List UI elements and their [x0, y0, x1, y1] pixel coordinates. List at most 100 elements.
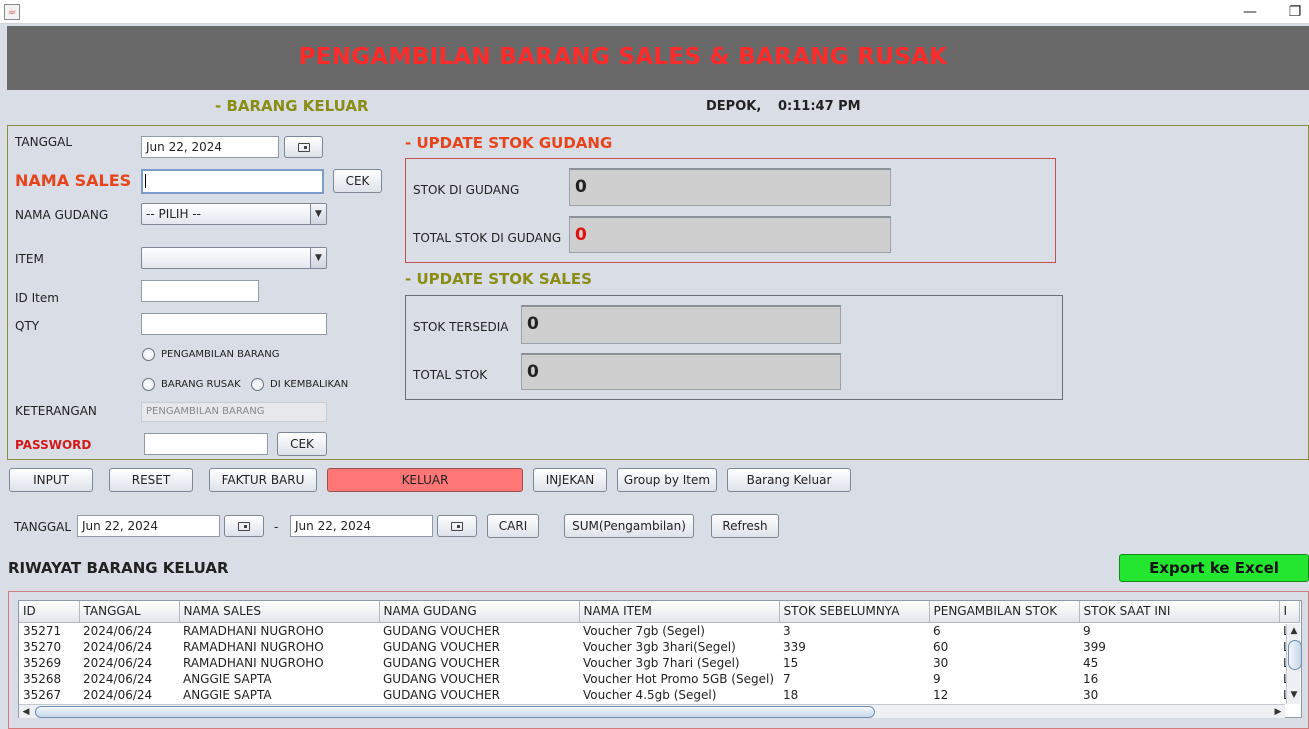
tanggal-calendar-button[interactable] [284, 136, 323, 158]
chevron-down-icon: ▼ [310, 248, 326, 268]
table-cell: 9 [1083, 623, 1091, 638]
stok-tersedia-label: STOK TERSEDIA [413, 320, 509, 334]
horizontal-scrollbar[interactable]: ◀ ▶ [19, 704, 1285, 718]
scroll-right-icon[interactable]: ▶ [1271, 705, 1285, 719]
table-cell: Voucher 7gb (Segel) [583, 623, 705, 638]
table-cell: 30 [1083, 687, 1099, 702]
calendar-icon [238, 522, 250, 531]
export-excel-button[interactable]: Export ke Excel [1119, 554, 1309, 582]
horizontal-scroll-thumb[interactable] [35, 706, 875, 718]
filter-tanggal-label: TANGGAL [14, 520, 72, 534]
item-select[interactable]: ▼ [141, 247, 327, 269]
section-title-stok-gudang: - UPDATE STOK GUDANG [405, 134, 613, 152]
table-cell: GUDANG VOUCHER [383, 623, 500, 638]
password-input[interactable] [144, 433, 268, 455]
radio-rusak-label: BARANG RUSAK [161, 379, 241, 390]
location-label: DEPOK, [706, 99, 762, 114]
sum-pengambilan-button[interactable]: SUM(Pengambilan) [564, 514, 694, 538]
cari-button[interactable]: CARI [487, 514, 539, 538]
page-title: PENGAMBILAN BARANG SALES & BARANG RUSAK [298, 44, 948, 70]
table-cell: 60 [933, 639, 949, 654]
table-cell: 15 [783, 655, 799, 670]
restore-button[interactable]: ❐ [1281, 2, 1309, 22]
reset-button[interactable]: RESET [109, 468, 193, 492]
total-stok-gudang-value: 0 [569, 216, 891, 253]
scroll-up-icon[interactable]: ▲ [1287, 624, 1301, 638]
scroll-left-icon[interactable]: ◀ [19, 705, 33, 719]
table-cell: 45 [1083, 655, 1099, 670]
filter-separator: - [274, 520, 279, 534]
table-row[interactable]: 35268 2024/06/24 ANGGIE SAPTA GUDANG VOUCHE… [19, 671, 1299, 687]
radio-pengambilan-label: PENGAMBILAN BARANG [161, 349, 280, 360]
table-cell: Voucher 4.5gb (Segel) [583, 687, 717, 702]
column-header[interactable]: NAMA GUDANG [379, 601, 580, 623]
cek-password-button[interactable]: CEK [277, 432, 327, 456]
table-cell: 2024/06/24 [83, 671, 153, 686]
table-cell: 6 [933, 623, 941, 638]
column-header[interactable]: STOK SAAT INI [1079, 601, 1280, 623]
java-app-icon: ☕ [4, 4, 20, 20]
table-cell: 35271 [23, 623, 62, 638]
minimize-button[interactable]: — [1236, 2, 1264, 22]
filter-to-date-field[interactable]: Jun 22, 2024 [290, 515, 433, 537]
table-cell: GUDANG VOUCHER [383, 687, 500, 702]
tanggal-date-field[interactable]: Jun 22, 2024 [141, 136, 279, 158]
table-cell: RAMADHANI NUGROHO [183, 655, 324, 670]
keluar-button[interactable]: KELUAR [327, 468, 523, 492]
table-cell: 16 [1083, 671, 1099, 686]
qty-input[interactable] [141, 313, 327, 335]
nama-sales-input[interactable] [141, 169, 324, 194]
group-by-item-button[interactable]: Group by Item [617, 468, 717, 492]
nama-gudang-select[interactable]: -- PILIH -- ▼ [141, 203, 327, 225]
id-item-input[interactable] [141, 280, 259, 302]
injekan-button[interactable]: INJEKAN [533, 468, 607, 492]
table-cell: ANGGIE SAPTA [183, 687, 272, 702]
calendar-icon [297, 143, 310, 152]
total-stok-value: 0 [521, 353, 841, 390]
faktur-baru-button[interactable]: FAKTUR BARU [209, 468, 317, 492]
scroll-down-icon[interactable]: ▼ [1287, 688, 1301, 702]
radio-di-kembalikan[interactable] [251, 378, 264, 391]
table-cell: RAMADHANI NUGROHO [183, 623, 324, 638]
filter-to-calendar-button[interactable] [437, 515, 477, 537]
table-row[interactable]: 35270 2024/06/24 RAMADHANI NUGROHO GUDANG V… [19, 639, 1299, 655]
column-header[interactable]: TANGGAL [79, 601, 180, 623]
radio-barang-rusak[interactable] [142, 378, 155, 391]
table-cell: 2024/06/24 [83, 623, 153, 638]
refresh-button[interactable]: Refresh [711, 514, 779, 538]
barang-keluar-button[interactable]: Barang Keluar [727, 468, 851, 492]
column-header[interactable]: I [1279, 601, 1300, 623]
column-header[interactable]: NAMA SALES [179, 601, 380, 623]
window-titlebar [0, 0, 1309, 24]
table-row[interactable]: 35267 2024/06/24 ANGGIE SAPTA GUDANG VOUCHE… [19, 687, 1299, 703]
vertical-scroll-thumb[interactable] [1288, 640, 1302, 670]
column-header[interactable]: STOK SEBELUMNYA [779, 601, 930, 623]
table-row[interactable]: 35269 2024/06/24 RAMADHANI NUGROHO GUDANG V… [19, 655, 1299, 671]
column-header[interactable]: PENGAMBILAN STOK [929, 601, 1080, 623]
keterangan-label: KETERANGAN [15, 404, 97, 418]
table-cell: 7 [783, 671, 791, 686]
table-cell: 3 [783, 623, 791, 638]
cek-sales-button[interactable]: CEK [333, 169, 382, 193]
column-header[interactable]: NAMA ITEM [579, 601, 780, 623]
table-cell: Voucher 3gb 3hari(Segel) [583, 639, 736, 654]
table-body: 35271 2024/06/24 RAMADHANI NUGROHO GUDANG V… [19, 622, 1299, 703]
keterangan-field: PENGAMBILAN BARANG [141, 402, 327, 422]
filter-from-calendar-button[interactable] [224, 515, 264, 537]
password-label: PASSWORD [15, 438, 92, 452]
nama-gudang-label: NAMA GUDANG [15, 208, 109, 222]
table-cell: Voucher Hot Promo 5GB (Segel) [583, 671, 775, 686]
table-cell: RAMADHANI NUGROHO [183, 639, 324, 654]
table-cell: 2024/06/24 [83, 655, 153, 670]
qty-label: QTY [15, 319, 40, 333]
radio-pengambilan-barang[interactable] [142, 348, 155, 361]
table-cell: GUDANG VOUCHER [383, 655, 500, 670]
filter-from-date-field[interactable]: Jun 22, 2024 [77, 515, 220, 537]
stok-tersedia-value: 0 [521, 305, 841, 344]
table-cell: 35270 [23, 639, 62, 654]
table-row[interactable]: 35271 2024/06/24 RAMADHANI NUGROHO GUDANG V… [19, 622, 1299, 639]
input-button[interactable]: INPUT [9, 468, 93, 492]
table-cell: 339 [783, 639, 806, 654]
column-header[interactable]: ID [19, 601, 80, 623]
vertical-scrollbar[interactable]: ▲ ▼ [1286, 624, 1302, 704]
